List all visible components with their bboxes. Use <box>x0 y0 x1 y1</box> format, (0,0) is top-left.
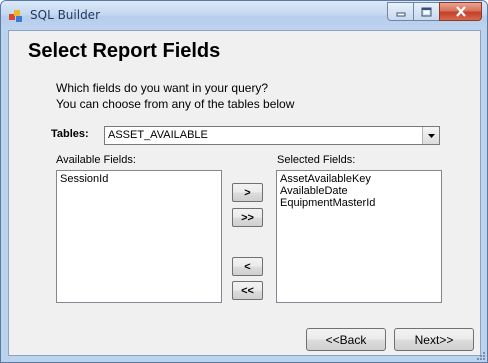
wizard-panel: Select Report Fields Which fields do you… <box>8 30 481 356</box>
prompt-line-1: Which fields do you want in your query? <box>56 81 269 95</box>
minimize-icon <box>396 12 405 16</box>
list-item[interactable]: AssetAvailableKey <box>280 173 438 185</box>
minimize-button[interactable] <box>387 2 413 21</box>
available-fields-list[interactable]: SessionId <box>56 170 222 303</box>
maximize-icon <box>421 7 432 16</box>
list-item[interactable]: AvailableDate <box>280 185 438 197</box>
list-item[interactable]: SessionId <box>60 173 218 185</box>
add-all-fields-button[interactable]: >> <box>232 208 263 227</box>
back-button[interactable]: <<Back <box>306 328 386 351</box>
dropdown-arrow-button[interactable] <box>422 127 439 144</box>
selected-fields-label: Selected Fields: <box>277 154 356 166</box>
close-icon <box>455 6 466 17</box>
tables-label: Tables: <box>51 128 89 140</box>
title-bar[interactable]: SQL Builder <box>1 1 487 30</box>
tables-dropdown[interactable]: ASSET_AVAILABLE <box>104 126 440 145</box>
selected-fields-list[interactable]: AssetAvailableKey AvailableDate Equipmen… <box>276 170 442 303</box>
prompt-line-2: You can choose from any of the tables be… <box>56 97 295 111</box>
page-title: Select Report Fields <box>28 40 221 62</box>
chevron-down-icon <box>427 133 435 138</box>
remove-all-fields-button[interactable]: << <box>232 281 263 300</box>
close-button[interactable] <box>439 2 482 21</box>
caption-buttons <box>387 2 482 21</box>
sql-builder-window: SQL Builder Select Report Fields Which f… <box>0 0 488 363</box>
add-field-button[interactable]: > <box>232 183 263 202</box>
next-button[interactable]: Next>> <box>394 328 474 351</box>
available-fields-label: Available Fields: <box>56 154 136 166</box>
window-title: SQL Builder <box>30 8 101 22</box>
maximize-button[interactable] <box>413 2 439 21</box>
remove-field-button[interactable]: < <box>232 257 263 276</box>
list-item[interactable]: EquipmentMasterId <box>280 197 438 209</box>
tables-dropdown-value: ASSET_AVAILABLE <box>108 129 208 141</box>
resize-grip-icon[interactable] <box>476 351 486 361</box>
sql-builder-app-icon <box>9 10 22 22</box>
